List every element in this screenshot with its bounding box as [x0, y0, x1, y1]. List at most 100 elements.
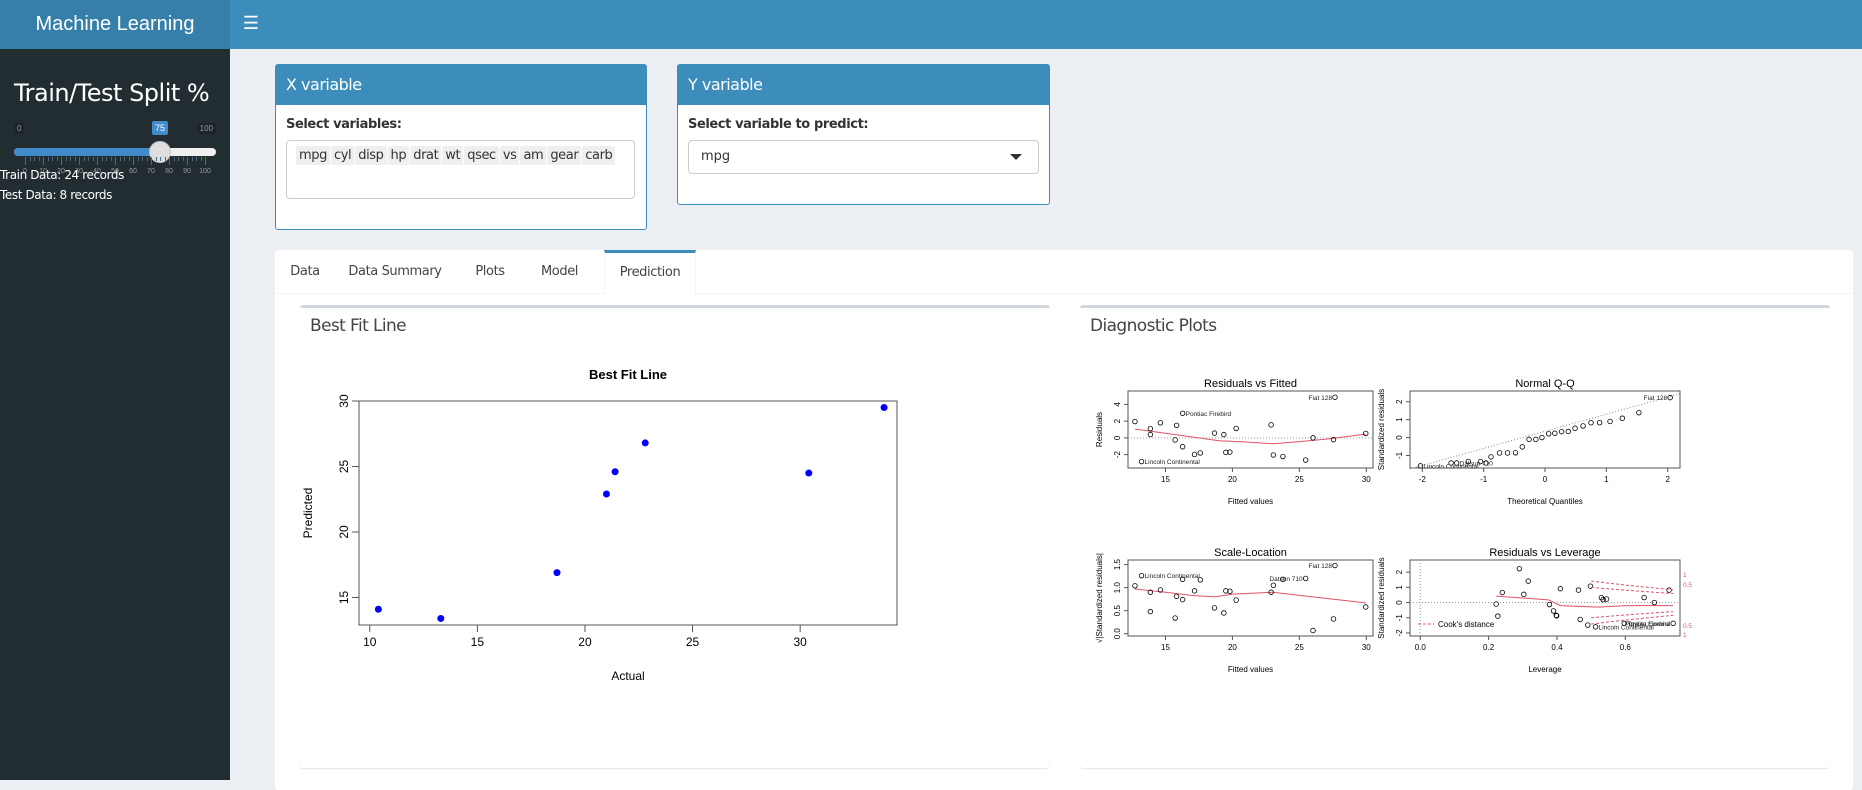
y-tick-label: 1 [1395, 585, 1404, 590]
y-tick-label: -2 [1395, 629, 1404, 637]
y-tick-label: 20 [337, 525, 351, 539]
slider-tick [200, 157, 202, 161]
point-label: Datsun 710 [1460, 460, 1494, 467]
variable-chip[interactable]: mpg [296, 146, 330, 165]
tab-data[interactable]: Data [275, 250, 335, 294]
slider-tick-label: 70 [147, 168, 155, 175]
x-tick-label: -2 [1419, 475, 1427, 484]
slider-tick [146, 157, 148, 161]
data-point [1172, 437, 1178, 443]
x-variables-multiselect[interactable]: mpg cyl disp hp drat wt qsec vs am gear carb [286, 140, 635, 199]
variable-chip[interactable]: vs [499, 146, 520, 165]
y-variable-select[interactable]: mpg [688, 140, 1039, 174]
slider-fill [14, 148, 160, 156]
slider-tick [119, 157, 121, 161]
x-tick-label: -1 [1480, 475, 1488, 484]
slider-tick [52, 157, 53, 161]
y-variable-box: Y variable Select variable to predict: m… [677, 64, 1050, 205]
slider-value-label: 75 [151, 121, 169, 135]
chart-title: Residuals vs Fitted [1204, 378, 1297, 390]
point-label: Fiat 128 [1644, 395, 1668, 402]
data-point [1173, 422, 1180, 429]
slider-tick [92, 157, 94, 161]
x-tick-label: 0.6 [1620, 643, 1632, 652]
x-tick-label: 0.4 [1551, 643, 1563, 652]
x-tick-label: 20 [1228, 475, 1237, 484]
x-axis-label: Fitted values [1228, 497, 1273, 506]
x-axis-label: Leverage [1528, 665, 1562, 674]
slider-tick [196, 157, 197, 161]
y-axis-label: Predicted [301, 488, 315, 539]
data-point [1270, 582, 1277, 589]
tab-bar: Data Data Summary Plots Model Prediction [275, 250, 1853, 295]
variable-chip[interactable]: wt [442, 146, 464, 165]
data-point [1191, 451, 1198, 458]
plot-frame [1127, 559, 1374, 637]
slider-min-label: 0 [14, 123, 25, 134]
x-axis-label: Actual [611, 669, 644, 683]
point-label: Fiat 128 [1308, 563, 1332, 570]
data-point [1619, 415, 1626, 421]
cooks-label: 0.5 [1683, 623, 1692, 630]
variable-chip[interactable]: carb [582, 146, 616, 165]
x-tick-label: 20 [1228, 643, 1237, 652]
data-point [1585, 622, 1591, 628]
data-point [1221, 431, 1227, 438]
data-point [611, 468, 619, 476]
y-tick-label: 1 [1395, 417, 1404, 422]
x-tick-label: 15 [1161, 643, 1170, 652]
best-fit-box: Best Fit Line Best Fit Line 10 15 20 25 30 15 2… [300, 305, 1050, 768]
diagnostic-plot-normal-q-q: Normal Q-Q -2 -1 0 1 2 -1 0 1 2 Theoretical Quanti… [1377, 378, 1681, 506]
data-point [1546, 601, 1553, 608]
variable-chip[interactable]: gear [547, 146, 582, 165]
slider-tick [88, 157, 89, 161]
chart-title: Best Fit Line [589, 367, 667, 382]
slider-tick [205, 157, 206, 165]
slider-tick [65, 157, 67, 161]
sidebar-toggle-button[interactable]: ☰ [230, 0, 272, 49]
tab-plots[interactable]: Plots [455, 250, 525, 294]
variable-chip[interactable]: drat [410, 146, 442, 165]
data-point [805, 469, 813, 477]
variable-chip[interactable]: am [520, 146, 547, 165]
data-point [1550, 608, 1557, 614]
variable-chip[interactable]: qsec [464, 146, 499, 165]
data-point [1280, 453, 1286, 460]
legend-label: Cook's distance [1438, 620, 1495, 629]
app-logo-title[interactable]: Machine Learning [0, 0, 230, 49]
diagnostic-plot-residuals-vs-leverage: Residuals vs Leverage 0.0 0.2 0.4 0.6 -2 -1 0 1 2… [1377, 547, 1692, 674]
data-point [1526, 436, 1532, 443]
tab-prediction[interactable]: Prediction [604, 250, 696, 295]
x-variable-box: X variable Select variables: mpg cyl disp h… [275, 64, 647, 230]
data-point [437, 614, 445, 622]
y-tick-label: 30 [337, 394, 351, 408]
data-point [1332, 562, 1338, 569]
x-variable-title: X variable [276, 65, 646, 105]
variable-chip[interactable]: cyl [330, 146, 355, 165]
slider-tick [38, 157, 40, 161]
slider-tick-label: 60 [129, 168, 137, 175]
data-point [1565, 428, 1572, 435]
data-point [1558, 428, 1565, 435]
slider-tick [191, 157, 193, 161]
x-axis-label: Fitted values [1228, 665, 1273, 674]
point-label: Pontiac Firebird [1186, 411, 1232, 418]
cooks-label: 0.5 [1683, 582, 1692, 589]
slider-tick [74, 157, 76, 161]
point-label: Lincoln Continental [1145, 459, 1201, 466]
data-point [1545, 431, 1552, 437]
data-point [1211, 430, 1218, 436]
y-axis-label: Standardized residuals [1377, 557, 1386, 638]
variable-chip[interactable]: disp [355, 146, 387, 165]
variable-chip[interactable]: hp [387, 146, 410, 165]
slider-tick [83, 157, 85, 161]
tab-data-summary[interactable]: Data Summary [335, 250, 455, 294]
y-variable-title: Y variable [678, 65, 1049, 105]
data-point [1268, 422, 1274, 428]
y-axis-label: Standardized residuals [1377, 389, 1386, 470]
data-point [1302, 457, 1309, 463]
slider-track[interactable] [14, 141, 216, 163]
tab-model[interactable]: Model [525, 250, 594, 294]
y-tick-label: 0 [1395, 435, 1404, 440]
sidebar: Train/Test Split % 0 100 75 0 10 20 30 40 50 6… [0, 49, 230, 780]
